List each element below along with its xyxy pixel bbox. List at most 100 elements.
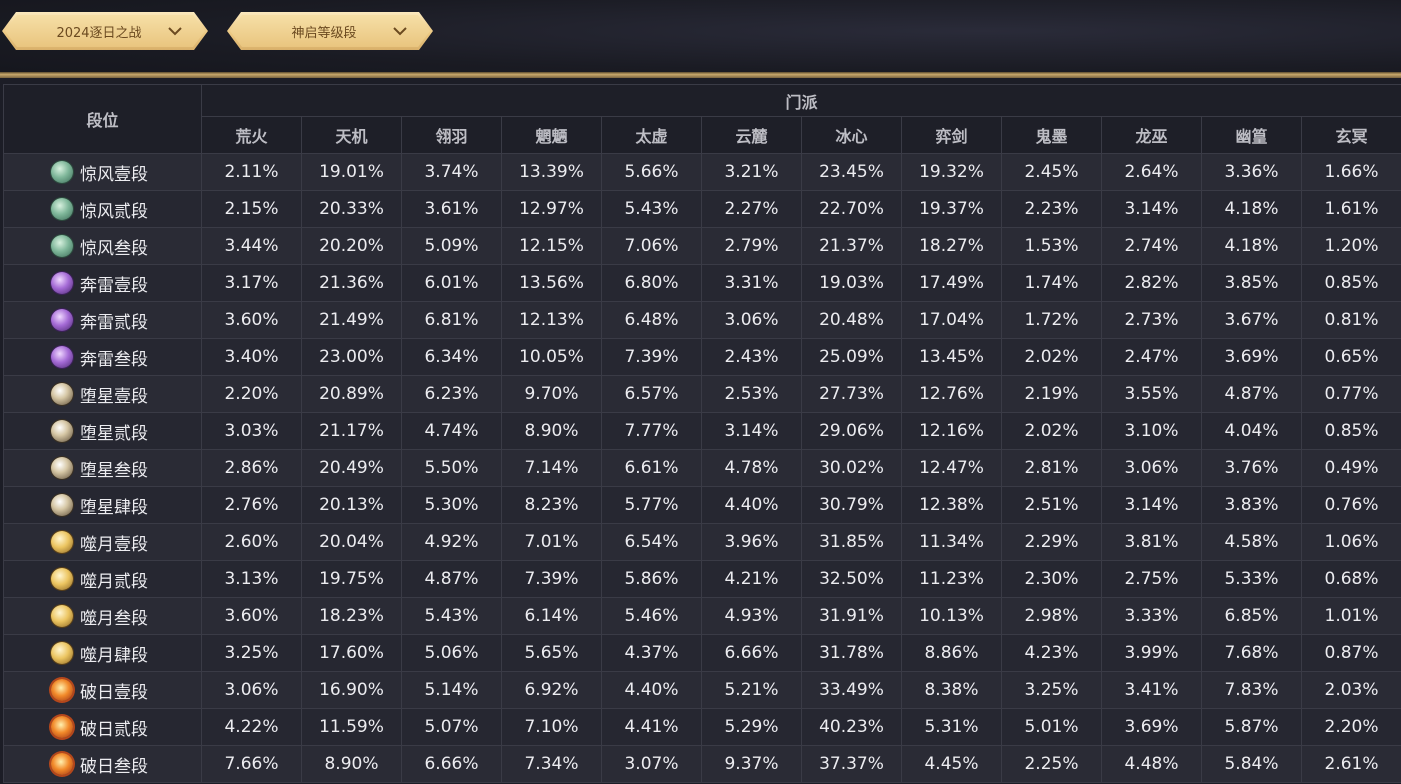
percentage-cell: 2.81% [1001, 449, 1102, 487]
percentage-cell: 3.83% [1201, 486, 1302, 524]
percentage-cell: 19.01% [301, 153, 402, 191]
percentage-cell: 12.13% [501, 301, 602, 339]
rank-cell: 惊风壹段 [3, 153, 202, 191]
tier-select[interactable]: 神启等级段 [227, 12, 433, 50]
table-row: 惊风壹段 2.11% 19.01% 3.74% 13.39% 5.66% 3.21% 23.4… [3, 153, 1401, 191]
rank-cell: 堕星贰段 [3, 412, 202, 450]
percentage-cell: 3.17% [201, 264, 302, 302]
percentage-cell: 2.11% [201, 153, 302, 191]
percentage-cell: 3.81% [1101, 523, 1202, 561]
pori-medal-icon [51, 679, 73, 701]
sect-header-row: 荒火 天机 翎羽 魍魉 太虚 云麓 冰心 弈剑 鬼墨 龙巫 幽篁 玄冥 [4, 116, 1401, 154]
table-row: 奔雷叁段 3.40% 23.00% 6.34% 10.05% 7.39% 2.43% 25.0… [3, 338, 1401, 376]
percentage-cell: 1.01% [1300, 597, 1401, 635]
percentage-cell: 20.13% [301, 486, 402, 524]
percentage-cell: 5.77% [601, 486, 702, 524]
percentage-cell: 2.86% [201, 449, 302, 487]
percentage-cell: 2.53% [701, 375, 802, 413]
percentage-cell: 3.14% [701, 412, 802, 450]
pori-medal-icon [51, 753, 73, 775]
percentage-cell: 0.81% [1300, 301, 1401, 339]
top-banner: 2024逐日之战 神启等级段 [0, 0, 1401, 78]
table-row: 破日叁段 7.66% 8.90% 6.66% 7.34% 3.07% 9.37% 37.37%… [3, 745, 1401, 783]
percentage-cell: 11.34% [901, 523, 1002, 561]
percentage-cell: 10.05% [501, 338, 602, 376]
percentage-cell: 0.87% [1300, 634, 1401, 672]
jingfeng-medal-icon [51, 161, 73, 183]
percentage-cell: 30.79% [801, 486, 902, 524]
table-row: 惊风贰段 2.15% 20.33% 3.61% 12.97% 5.43% 2.27% 22.7… [3, 190, 1401, 228]
percentage-cell: 3.14% [1101, 486, 1202, 524]
shiyue-medal-icon [51, 605, 73, 627]
percentage-cell: 2.60% [201, 523, 302, 561]
table-body: 惊风壹段 2.11% 19.01% 3.74% 13.39% 5.66% 3.21% 23.4… [3, 153, 1401, 783]
percentage-cell: 3.13% [201, 560, 302, 598]
percentage-cell: 13.39% [501, 153, 602, 191]
percentage-cell: 3.07% [601, 745, 702, 783]
percentage-cell: 33.49% [801, 671, 902, 709]
percentage-cell: 2.19% [1001, 375, 1102, 413]
rank-cell: 噬月叁段 [3, 597, 202, 635]
rank-name: 惊风叁段 [80, 238, 148, 259]
rank-cell: 惊风叁段 [3, 227, 202, 265]
percentage-cell: 8.86% [901, 634, 1002, 672]
sect-column-header: 天机 [301, 116, 402, 154]
percentage-cell: 3.99% [1101, 634, 1202, 672]
rank-name: 破日叁段 [80, 756, 148, 777]
rank-cell: 噬月壹段 [3, 523, 202, 561]
percentage-cell: 5.30% [401, 486, 502, 524]
percentage-cell: 2.61% [1300, 745, 1401, 783]
percentage-cell: 1.61% [1300, 190, 1401, 228]
percentage-cell: 10.13% [901, 597, 1002, 635]
percentage-cell: 6.54% [601, 523, 702, 561]
rank-name: 堕星贰段 [80, 423, 148, 444]
percentage-cell: 7.66% [201, 745, 302, 783]
percentage-cell: 20.89% [301, 375, 402, 413]
percentage-cell: 6.34% [401, 338, 502, 376]
percentage-cell: 1.72% [1001, 301, 1102, 339]
percentage-cell: 11.23% [901, 560, 1002, 598]
benlei-medal-icon [51, 309, 73, 331]
season-select[interactable]: 2024逐日之战 [2, 12, 208, 50]
percentage-cell: 1.20% [1300, 227, 1401, 265]
percentage-cell: 2.20% [201, 375, 302, 413]
percentage-cell: 2.15% [201, 190, 302, 228]
sect-column-header: 荒火 [201, 116, 302, 154]
percentage-cell: 2.75% [1101, 560, 1202, 598]
percentage-cell: 2.25% [1001, 745, 1102, 783]
duoxing-medal-icon [51, 420, 73, 442]
percentage-cell: 3.06% [201, 671, 302, 709]
percentage-cell: 6.92% [501, 671, 602, 709]
percentage-cell: 11.59% [301, 708, 402, 746]
percentage-cell: 23.00% [301, 338, 402, 376]
pori-medal-icon [51, 716, 73, 738]
percentage-cell: 2.20% [1300, 708, 1401, 746]
table-row: 破日贰段 4.22% 11.59% 5.07% 7.10% 4.41% 5.29% 40.23… [3, 708, 1401, 746]
percentage-cell: 19.37% [901, 190, 1002, 228]
percentage-cell: 0.77% [1300, 375, 1401, 413]
percentage-cell: 3.10% [1101, 412, 1202, 450]
benlei-medal-icon [51, 272, 73, 294]
percentage-cell: 12.76% [901, 375, 1002, 413]
percentage-cell: 4.23% [1001, 634, 1102, 672]
percentage-cell: 2.23% [1001, 190, 1102, 228]
percentage-cell: 3.06% [1101, 449, 1202, 487]
percentage-cell: 2.29% [1001, 523, 1102, 561]
rank-name: 惊风壹段 [80, 164, 148, 185]
percentage-cell: 4.04% [1201, 412, 1302, 450]
sect-column-header: 幽篁 [1201, 116, 1302, 154]
percentage-cell: 7.77% [601, 412, 702, 450]
percentage-cell: 4.87% [1201, 375, 1302, 413]
rank-cell: 破日贰段 [3, 708, 202, 746]
percentage-cell: 5.01% [1001, 708, 1102, 746]
percentage-cell: 2.03% [1300, 671, 1401, 709]
percentage-cell: 5.07% [401, 708, 502, 746]
duoxing-medal-icon [51, 494, 73, 516]
table-row: 奔雷壹段 3.17% 21.36% 6.01% 13.56% 6.80% 3.31% 19.0… [3, 264, 1401, 302]
percentage-cell: 2.30% [1001, 560, 1102, 598]
percentage-cell: 12.38% [901, 486, 1002, 524]
sect-distribution-table: 段位 门派 荒火 天机 翎羽 魍魉 太虚 云麓 冰心 弈剑 鬼墨 龙巫 幽篁 玄冥 惊风壹段 2.11%… [3, 84, 1401, 783]
percentage-cell: 29.06% [801, 412, 902, 450]
percentage-cell: 31.85% [801, 523, 902, 561]
rank-cell: 奔雷贰段 [3, 301, 202, 339]
